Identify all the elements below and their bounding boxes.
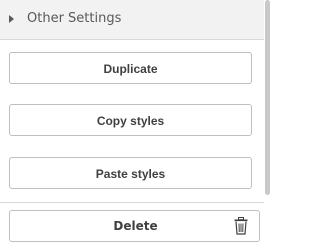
delete-button[interactable]: Delete <box>9 210 260 242</box>
other-settings-header[interactable]: Other Settings <box>0 0 264 40</box>
caret-right-icon <box>9 15 14 23</box>
scrollbar-thumb[interactable] <box>265 0 270 195</box>
section-title: Other Settings <box>27 11 122 26</box>
trash-icon <box>234 217 248 235</box>
delete-button-label: Delete <box>113 219 158 233</box>
settings-panel: Other Settings Duplicate Copy styles Pas… <box>0 0 264 203</box>
properties-panel-view: Other Settings Duplicate Copy styles Pas… <box>0 0 270 250</box>
duplicate-button[interactable]: Duplicate <box>9 52 252 84</box>
paste-styles-button[interactable]: Paste styles <box>9 157 252 189</box>
copy-styles-button[interactable]: Copy styles <box>9 104 252 136</box>
vertical-scrollbar[interactable] <box>264 0 270 202</box>
